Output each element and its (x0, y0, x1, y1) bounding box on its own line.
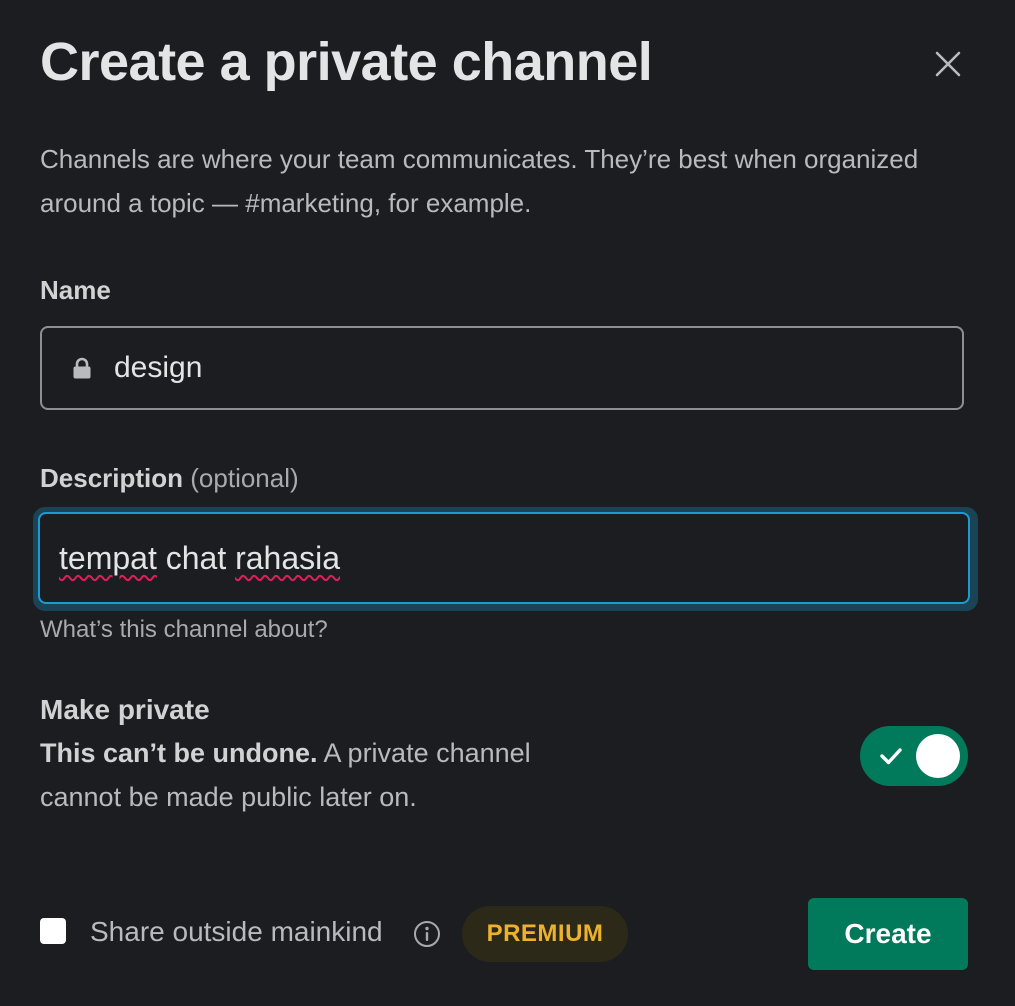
description-word: chat (165, 539, 227, 576)
dialog-intro: Channels are where your team communicate… (40, 144, 919, 218)
premium-badge: PREMIUM (462, 906, 628, 962)
make-private-title: Make private (40, 694, 210, 725)
close-icon (935, 51, 961, 77)
dialog-title: Create a private channel (40, 32, 653, 92)
create-button[interactable]: Create (808, 898, 968, 970)
channel-name-value: design (114, 351, 203, 384)
description-label-text: Description (40, 463, 184, 493)
check-icon (880, 748, 902, 765)
create-channel-dialog: Create a private channel Channels are wh… (0, 0, 1015, 1006)
toggle-knob (916, 734, 960, 778)
optional-label: (optional) (190, 463, 299, 493)
description-value: tempat chat rahasia (59, 540, 340, 577)
description-label: Description (optional) (40, 461, 299, 495)
info-icon[interactable] (413, 920, 441, 948)
warning-bold: This can’t be undone. (40, 738, 318, 768)
make-private-description: This can’t be undone. A private channel … (40, 731, 600, 819)
description-hint: What’s this channel about? (40, 616, 328, 643)
close-button[interactable] (920, 36, 976, 92)
share-outside-label[interactable]: Share outside mainkind (90, 914, 383, 950)
lock-icon (70, 356, 94, 380)
description-word-misspelled: tempat (59, 539, 157, 576)
channel-name-input[interactable]: design (40, 326, 964, 410)
description-word-misspelled: rahasia (235, 539, 341, 576)
share-outside-checkbox[interactable] (40, 918, 66, 944)
make-private-toggle[interactable] (860, 726, 968, 786)
name-label: Name (40, 275, 111, 305)
description-input[interactable]: tempat chat rahasia (38, 512, 970, 604)
